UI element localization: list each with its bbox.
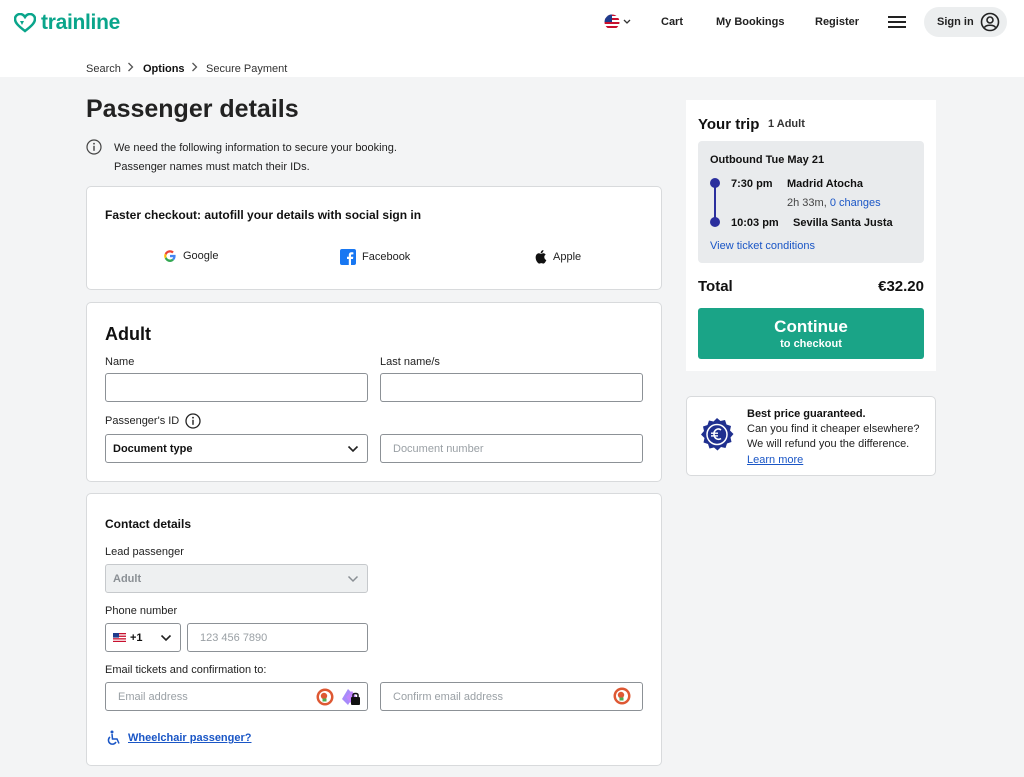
first-name-input[interactable] <box>105 373 368 402</box>
info-notice: We need the following information to sec… <box>86 139 397 177</box>
top-navigation-bar: trainline Cart My Bookings Register Sign… <box>0 0 1024 46</box>
breadcrumb-options[interactable]: Options <box>143 63 185 75</box>
last-name-input[interactable] <box>380 373 643 402</box>
total-label: Total <box>698 278 733 295</box>
confirm-email-input[interactable] <box>380 682 643 711</box>
duckduckgo-icon[interactable] <box>316 688 334 706</box>
continue-to-checkout-button[interactable]: Continue to checkout <box>698 308 924 359</box>
page-title: Passenger details <box>86 95 299 123</box>
social-signin-title: Faster checkout: autofill your details w… <box>105 208 422 222</box>
guarantee-line-1: Can you find it cheaper elsewhere? <box>747 423 920 435</box>
email-label: Email tickets and confirmation to: <box>105 664 267 676</box>
chevron-down-icon <box>160 634 172 641</box>
chevron-down-icon <box>623 19 631 24</box>
route-line <box>714 183 716 221</box>
trainline-logo[interactable]: trainline <box>14 11 120 35</box>
user-avatar-icon <box>980 12 999 32</box>
password-manager-lock-icon[interactable] <box>340 687 362 707</box>
confirm-email-autofill-icons <box>613 687 631 705</box>
hamburger-menu-icon[interactable] <box>888 14 906 30</box>
sign-in-button[interactable]: Sign in <box>924 7 1007 37</box>
google-label: Google <box>183 250 219 262</box>
arrival-dot <box>710 217 720 227</box>
arrival-station: Sevilla Santa Justa <box>793 217 893 229</box>
chevron-down-icon <box>347 445 359 452</box>
us-flag-icon <box>604 14 620 30</box>
sign-in-label: Sign in <box>937 16 974 28</box>
outbound-date: Outbound Tue May 21 <box>710 154 825 166</box>
document-type-select[interactable]: Document type <box>105 434 368 463</box>
arrival-time: 10:03 pm <box>731 217 779 229</box>
country-code-display: +1 <box>113 632 143 644</box>
chevron-down-icon <box>347 575 359 582</box>
departure-dot <box>710 178 720 188</box>
facebook-label: Facebook <box>362 251 411 263</box>
wheelchair-passenger-link[interactable]: Wheelchair passenger? <box>106 730 252 746</box>
adult-passenger-card: Adult Name Last name/s Passenger's ID Do… <box>86 302 662 482</box>
facebook-icon <box>340 249 356 265</box>
continue-label: Continue <box>774 316 848 336</box>
breadcrumb: Search Options Secure Payment <box>0 46 1024 77</box>
apple-icon <box>535 250 547 264</box>
info-text: We need the following information to sec… <box>114 139 397 177</box>
my-bookings-link[interactable]: My Bookings <box>716 16 784 28</box>
lead-passenger-select[interactable]: Adult <box>105 564 368 593</box>
chevron-right-icon <box>192 62 198 72</box>
email-autofill-icons <box>316 687 362 707</box>
google-signin-button[interactable]: Google <box>163 249 218 263</box>
cart-link[interactable]: Cart <box>661 16 683 28</box>
heart-logo-icon <box>14 13 36 33</box>
wheelchair-link-text: Wheelchair passenger? <box>128 732 252 744</box>
total-price: €32.20 <box>878 278 924 295</box>
country-code-value: +1 <box>130 631 143 644</box>
learn-more-link[interactable]: Learn more <box>747 454 803 466</box>
guarantee-title: Best price guaranteed. <box>747 408 866 420</box>
adult-heading: Adult <box>105 324 151 344</box>
us-flag-icon <box>113 633 126 642</box>
contact-details-card: Contact details Lead passenger Adult Pho… <box>86 493 662 766</box>
breadcrumb-search[interactable]: Search <box>86 63 121 75</box>
social-signin-card: Faster checkout: autofill your details w… <box>86 186 662 290</box>
price-guarantee-card: Best price guaranteed. Can you find it c… <box>686 396 936 476</box>
contact-details-heading: Contact details <box>105 517 192 531</box>
facebook-signin-button[interactable]: Facebook <box>340 249 410 265</box>
apple-label: Apple <box>553 250 582 263</box>
language-selector[interactable] <box>604 14 631 30</box>
register-link[interactable]: Register <box>815 16 859 28</box>
euro-badge-icon <box>701 418 734 451</box>
continue-sublabel: to checkout <box>780 337 842 350</box>
info-icon <box>86 139 102 155</box>
your-trip-title: Your trip <box>698 116 760 133</box>
lead-passenger-label: Lead passenger <box>105 546 184 558</box>
phone-number-input[interactable] <box>187 623 368 652</box>
duration-text: 2h 33m, <box>787 197 827 209</box>
departure-time: 7:30 pm <box>731 178 773 190</box>
trip-summary-panel: Your trip 1 Adult Outbound Tue May 21 7:… <box>686 100 936 371</box>
document-number-input[interactable] <box>380 434 643 463</box>
wheelchair-icon <box>107 730 120 745</box>
guarantee-line-2: We will refund you the difference. <box>747 438 910 450</box>
duckduckgo-icon[interactable] <box>613 687 631 705</box>
departure-station: Madrid Atocha <box>787 178 863 190</box>
journey-duration: 2h 33m, 0 changes <box>787 197 881 209</box>
google-icon <box>164 250 176 262</box>
info-line-1: We need the following information to sec… <box>114 142 397 154</box>
document-type-value: Document type <box>113 442 193 455</box>
info-line-2: Passenger names must match their IDs. <box>114 161 310 173</box>
view-ticket-conditions-link[interactable]: View ticket conditions <box>710 240 815 252</box>
journey-details: Outbound Tue May 21 7:30 pm Madrid Atoch… <box>698 141 924 263</box>
changes-link[interactable]: 0 changes <box>830 197 881 209</box>
passenger-id-label: Passenger's ID <box>105 415 180 427</box>
name-label: Name <box>105 356 135 368</box>
logo-text: trainline <box>41 11 120 34</box>
breadcrumb-secure-payment: Secure Payment <box>206 63 288 75</box>
apple-signin-button[interactable]: Apple <box>533 249 581 264</box>
chevron-right-icon <box>128 62 134 72</box>
passenger-count: 1 Adult <box>768 118 805 130</box>
phone-number-label: Phone number <box>105 605 178 617</box>
country-code-select[interactable]: +1 <box>105 623 181 652</box>
info-icon[interactable] <box>185 413 201 429</box>
lead-passenger-value: Adult <box>113 572 142 585</box>
last-name-label: Last name/s <box>380 356 440 368</box>
